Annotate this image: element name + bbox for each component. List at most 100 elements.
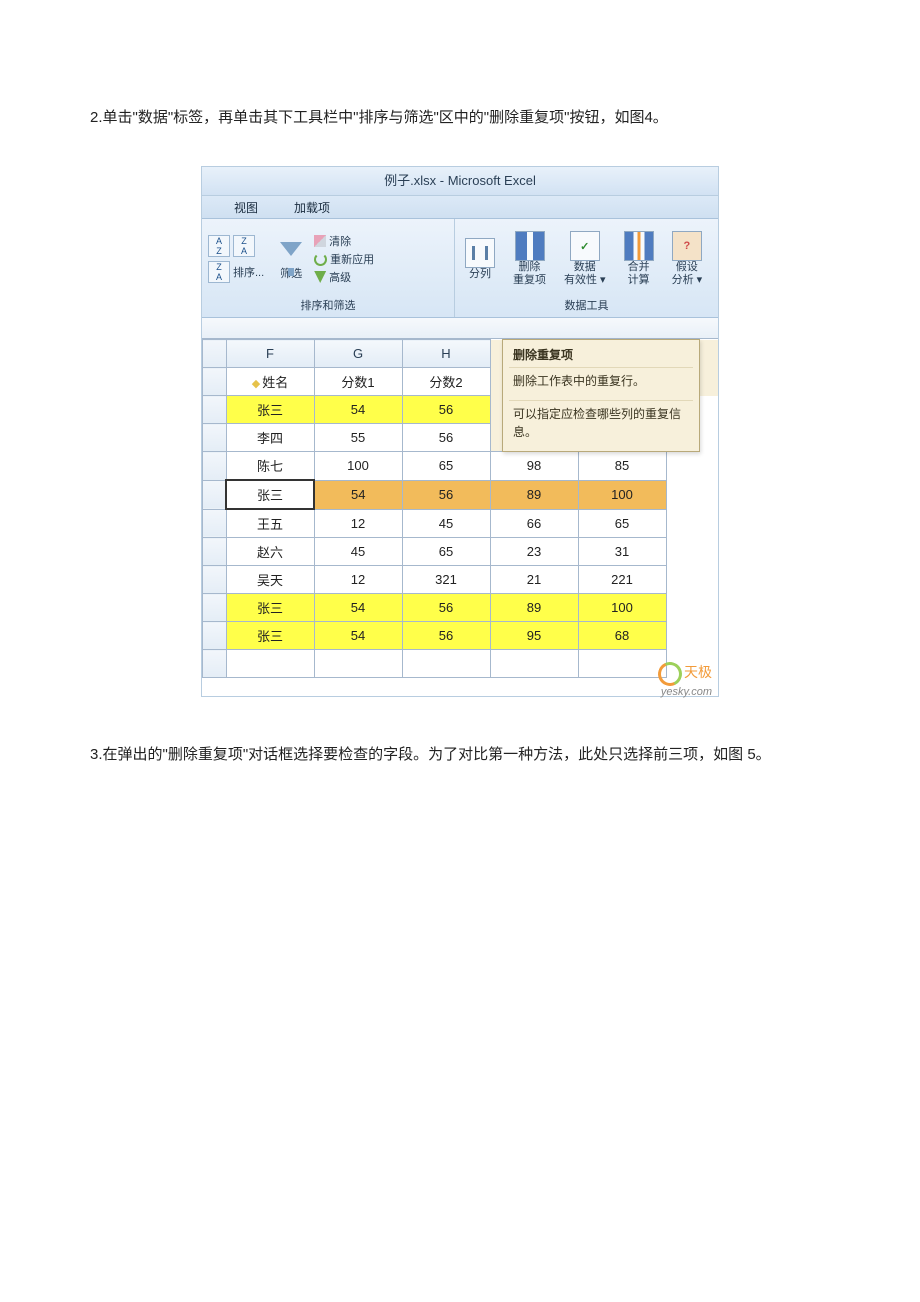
row-header-cell[interactable] [203, 594, 227, 622]
data-cell[interactable] [314, 650, 402, 678]
data-cell[interactable]: 89 [490, 594, 578, 622]
col-G[interactable]: G [314, 340, 402, 368]
header-score1: 分数1 [314, 368, 402, 396]
data-cell[interactable]: 56 [402, 594, 490, 622]
split-icon [465, 238, 495, 268]
reload-icon [314, 253, 327, 266]
data-cell[interactable]: 赵六 [226, 538, 314, 566]
formula-bar[interactable] [202, 318, 718, 339]
data-cell[interactable]: 98 [490, 452, 578, 481]
consolidate-button[interactable]: 合并计算 [620, 229, 658, 289]
data-cell[interactable]: 89 [490, 480, 578, 509]
data-cell[interactable]: 54 [314, 396, 402, 424]
table-row: 吴天1232121221 [203, 566, 719, 594]
whatif-button[interactable]: 假设分析 ▾ [668, 229, 707, 289]
data-cell[interactable]: 54 [314, 480, 402, 509]
data-cell[interactable]: 12 [314, 566, 402, 594]
data-cell[interactable] [226, 650, 314, 678]
text-to-columns-button[interactable]: 分列 [461, 236, 499, 283]
row-header-cell[interactable] [203, 480, 227, 509]
row-header-cell[interactable] [203, 452, 227, 481]
data-cell[interactable]: 68 [578, 622, 666, 650]
row-header-cell[interactable] [203, 538, 227, 566]
row-header-cell[interactable] [203, 424, 227, 452]
data-cell[interactable]: 95 [490, 622, 578, 650]
data-cell[interactable]: 100 [314, 452, 402, 481]
logo-icon [655, 659, 686, 690]
data-cell[interactable] [203, 650, 227, 678]
advanced-filter-button[interactable]: 高级 [314, 269, 374, 285]
row-header-cell[interactable] [203, 622, 227, 650]
data-cell[interactable] [490, 650, 578, 678]
clear-filter-button[interactable]: 清除 [314, 233, 374, 249]
data-cell[interactable]: 66 [490, 509, 578, 538]
data-cell[interactable]: 55 [314, 424, 402, 452]
data-cell[interactable]: 12 [314, 509, 402, 538]
data-cell[interactable]: 吴天 [226, 566, 314, 594]
data-cell[interactable]: 23 [490, 538, 578, 566]
row-header-cell[interactable] [203, 396, 227, 424]
col-H[interactable]: H [402, 340, 490, 368]
tooltip-line1: 删除工作表中的重复行。 [503, 368, 699, 400]
data-cell[interactable] [666, 594, 718, 622]
data-cell[interactable]: 65 [402, 452, 490, 481]
worksheet[interactable]: 删除重复项 删除工作表中的重复行。 可以指定应检查哪些列的重复信息。 F G H [202, 339, 718, 696]
table-row: 张三545689100 [203, 594, 719, 622]
data-cell[interactable]: 21 [490, 566, 578, 594]
data-cell[interactable]: 221 [578, 566, 666, 594]
col-F[interactable]: F [226, 340, 314, 368]
sort-za-icon[interactable]: ZA [233, 235, 255, 257]
data-cell[interactable]: 85 [578, 452, 666, 481]
data-cell[interactable] [666, 452, 718, 481]
table-row: 张三545689100 [203, 480, 719, 509]
reapply-button[interactable]: 重新应用 [314, 251, 374, 267]
data-cell[interactable]: 李四 [226, 424, 314, 452]
data-cell[interactable] [578, 650, 666, 678]
data-cell[interactable]: 45 [314, 538, 402, 566]
remove-duplicates-tooltip: 删除重复项 删除工作表中的重复行。 可以指定应检查哪些列的重复信息。 [502, 339, 700, 452]
data-cell[interactable]: 65 [402, 538, 490, 566]
watermark: 天极 yesky.com [658, 662, 712, 698]
data-cell[interactable]: 65 [578, 509, 666, 538]
data-cell[interactable]: 54 [314, 622, 402, 650]
data-cell[interactable]: 张三 [226, 480, 314, 509]
sort-desc-icon[interactable]: ZA [208, 261, 230, 283]
remove-duplicates-button[interactable]: 删除重复项 [509, 229, 550, 289]
data-cell[interactable] [402, 650, 490, 678]
data-cell[interactable]: 56 [402, 622, 490, 650]
sort-asc-icon[interactable]: AZ [208, 235, 230, 257]
tab-addins[interactable]: 加载项 [286, 197, 338, 218]
ribbon: AZ ZA ZA 排序... 筛选 清除 重新应用 [202, 219, 718, 318]
data-cell[interactable]: 31 [578, 538, 666, 566]
tooltip-title: 删除重复项 [503, 340, 699, 367]
row-header-cell[interactable] [203, 566, 227, 594]
data-cell[interactable] [666, 538, 718, 566]
data-cell[interactable]: 陈七 [226, 452, 314, 481]
data-cell[interactable]: 56 [402, 480, 490, 509]
data-cell[interactable]: 100 [578, 594, 666, 622]
tab-view[interactable]: 视图 [226, 197, 266, 218]
filter-button[interactable]: 筛选 [274, 236, 308, 283]
data-cell[interactable]: 张三 [226, 594, 314, 622]
data-cell[interactable] [666, 480, 718, 509]
data-cell[interactable]: 王五 [226, 509, 314, 538]
data-cell[interactable]: 100 [578, 480, 666, 509]
data-cell[interactable]: 56 [402, 424, 490, 452]
data-cell[interactable]: 45 [402, 509, 490, 538]
data-cell[interactable]: 张三 [226, 622, 314, 650]
select-all-cell[interactable] [203, 340, 227, 368]
data-cell[interactable] [666, 622, 718, 650]
data-cell[interactable]: 56 [402, 396, 490, 424]
data-cell[interactable] [666, 509, 718, 538]
header-score2: 分数2 [402, 368, 490, 396]
data-cell[interactable] [666, 566, 718, 594]
paragraph-step-3: 3.在弹出的"删除重复项"对话框选择要检查的字段。为了对比第一种方法，此处只选择… [60, 737, 860, 773]
table-row-empty [203, 650, 719, 678]
data-cell[interactable]: 321 [402, 566, 490, 594]
group-sort-filter: AZ ZA ZA 排序... 筛选 清除 重新应用 [202, 219, 455, 317]
sort-button[interactable]: 排序... [233, 264, 264, 280]
row-header-cell[interactable] [203, 509, 227, 538]
data-cell[interactable]: 张三 [226, 396, 314, 424]
data-cell[interactable]: 54 [314, 594, 402, 622]
data-validation-button[interactable]: 数据有效性 ▾ [560, 229, 610, 289]
